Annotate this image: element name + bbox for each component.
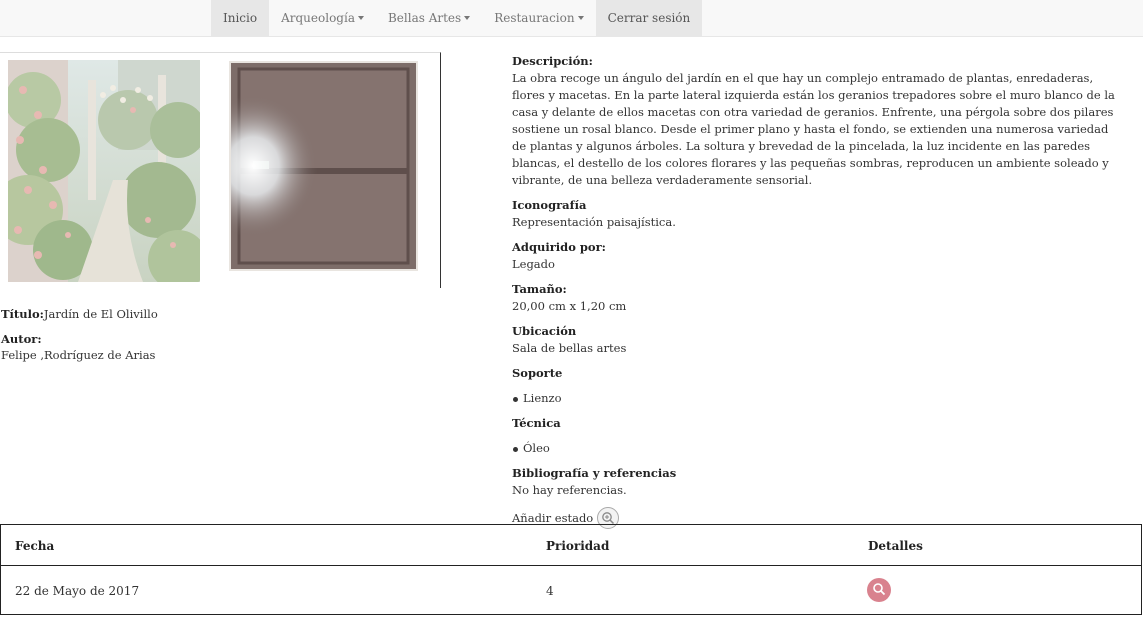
nav-inicio-label: Inicio xyxy=(223,11,258,25)
restoration-states-table: Fecha Prioridad Detalles 22 de Mayo de 2… xyxy=(0,524,1142,615)
description-section: Descripción: La obra recoge un ángulo de… xyxy=(512,53,1126,189)
author-label-text: Autor: xyxy=(1,332,42,346)
author-label: Autor: xyxy=(1,331,158,347)
technique-list: Óleo xyxy=(512,440,1126,457)
nav-bellas-artes-label: Bellas Artes xyxy=(387,11,462,25)
image-gallery xyxy=(0,52,441,288)
nav-arqueologia-label: Arqueología xyxy=(281,11,355,25)
nav-restauracion-label: Restauracion xyxy=(494,11,575,25)
technique-section: Técnica Óleo xyxy=(512,415,1126,457)
location-label: Ubicación xyxy=(512,324,577,338)
artwork-author: Felipe ,Rodríguez de Arias xyxy=(1,348,156,362)
caret-down-icon xyxy=(577,16,584,20)
size-text: 20,00 cm x 1,20 cm xyxy=(512,299,627,313)
size-section: Tamaño: 20,00 cm x 1,20 cm xyxy=(512,281,1126,315)
artwork-details: Descripción: La obra recoge un ángulo de… xyxy=(512,53,1126,529)
caret-down-icon xyxy=(464,16,471,20)
support-list: Lienzo xyxy=(512,390,1126,407)
acquired-text: Legado xyxy=(512,257,555,271)
header-detalles: Detalles xyxy=(868,539,923,553)
table-header: Fecha Prioridad Detalles xyxy=(1,525,1141,566)
acquired-section: Adquirido por: Legado xyxy=(512,239,1126,273)
search-icon xyxy=(872,582,886,599)
technique-label: Técnica xyxy=(512,416,561,430)
header-prioridad: Prioridad xyxy=(546,539,610,553)
description-label: Descripción: xyxy=(512,54,593,68)
description-text: La obra recoge un ángulo del jardín en e… xyxy=(512,71,1115,187)
table-row: 22 de Mayo de 2017 4 xyxy=(1,566,1141,615)
acquired-label: Adquirido por: xyxy=(512,240,606,254)
biblio-label: Bibliografía y referencias xyxy=(512,466,677,480)
support-section: Soporte Lienzo xyxy=(512,365,1126,407)
biblio-section: Bibliografía y referencias No hay refere… xyxy=(512,465,1126,499)
support-label: Soporte xyxy=(512,366,563,380)
biblio-text: No hay referencias. xyxy=(512,483,627,497)
iconography-text: Representación paisajística. xyxy=(512,215,676,229)
list-item: Lienzo xyxy=(512,390,1126,407)
logout-button[interactable]: Cerrar sesión xyxy=(595,0,703,36)
row-priority: 4 xyxy=(546,584,554,598)
nav-inicio[interactable]: Inicio xyxy=(211,0,270,36)
location-section: Ubicación Sala de bellas artes xyxy=(512,323,1126,357)
nav-restauracion[interactable]: Restauracion xyxy=(482,0,595,36)
painting-front-image[interactable] xyxy=(8,60,200,282)
list-item: Óleo xyxy=(512,440,1126,457)
iconography-label: Iconografía xyxy=(512,198,587,212)
title-row: Título:Jardín de El Olivillo xyxy=(1,306,158,322)
caret-down-icon xyxy=(357,16,364,20)
artwork-title: Jardín de El Olivillo xyxy=(43,307,158,321)
main-nav: Inicio Arqueología Bellas Artes Restaura… xyxy=(211,0,703,36)
artwork-summary: Título:Jardín de El Olivillo Autor: Feli… xyxy=(1,306,158,363)
location-text: Sala de bellas artes xyxy=(512,341,627,355)
navbar: Inicio Arqueología Bellas Artes Restaura… xyxy=(0,0,1143,37)
logout-label: Cerrar sesión xyxy=(607,11,691,25)
nav-arqueologia[interactable]: Arqueología xyxy=(269,0,376,36)
title-label: Título: xyxy=(1,307,44,321)
size-label: Tamaño: xyxy=(512,282,567,296)
iconography-section: Iconografía Representación paisajística. xyxy=(512,197,1126,231)
nav-bellas-artes[interactable]: Bellas Artes xyxy=(376,0,482,36)
painting-back-image[interactable] xyxy=(229,61,418,271)
details-button[interactable] xyxy=(867,578,891,602)
row-date: 22 de Mayo de 2017 xyxy=(15,584,140,598)
header-fecha: Fecha xyxy=(15,539,55,553)
